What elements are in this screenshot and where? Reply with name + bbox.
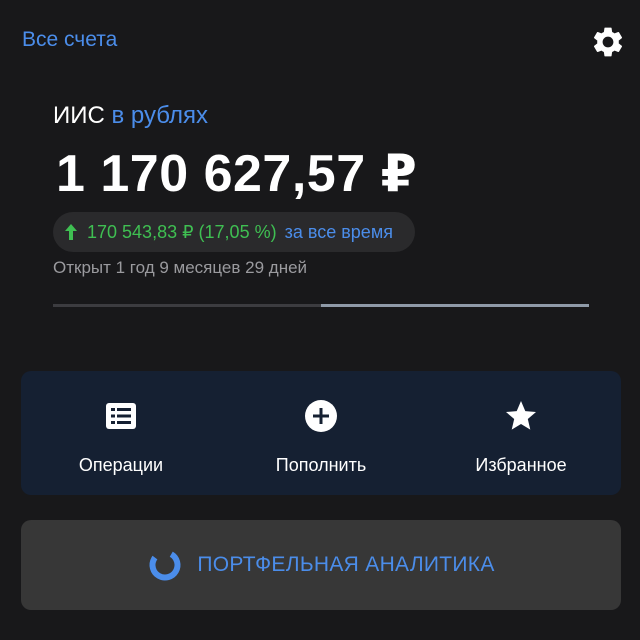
profit-period-selector[interactable]: за все время	[285, 222, 393, 243]
account-balance: 1 170 627,57 ₽	[56, 145, 418, 203]
profit-change-pill[interactable]: 170 543,83 ₽ (17,05 %) за все время	[53, 212, 415, 252]
profit-change-value: 170 543,83 ₽ (17,05 %)	[87, 221, 277, 242]
donut-chart-icon	[149, 549, 181, 581]
currency-selector[interactable]: в рублях	[112, 102, 208, 129]
top-up-button[interactable]: Пополнить	[221, 371, 421, 495]
plus-circle-icon	[305, 400, 337, 432]
account-name: ИИС	[53, 102, 105, 129]
operations-label: Операции	[78, 455, 164, 475]
account-opened-duration: Открыт 1 год 9 месяцев 29 дней	[53, 258, 308, 277]
star-icon	[506, 401, 536, 430]
page-progress-fill	[321, 304, 589, 307]
portfolio-analytics-label: ПОРТФЕЛЬНАЯ АНАЛИТИКА	[197, 553, 495, 576]
list-icon	[106, 403, 136, 429]
operations-button[interactable]: Операции	[21, 371, 221, 495]
quick-actions-panel: Операции Пополнить Избранное	[21, 371, 621, 495]
favorites-label: Избранное	[475, 455, 567, 475]
account-title: ИИС в рублях	[53, 102, 208, 130]
arrow-up-icon	[65, 224, 77, 240]
top-up-label: Пополнить	[275, 455, 367, 475]
page-progress-indicator	[53, 304, 589, 307]
all-accounts-link[interactable]: Все счета	[22, 28, 117, 52]
favorites-button[interactable]: Избранное	[421, 371, 621, 495]
portfolio-analytics-button[interactable]: ПОРТФЕЛЬНАЯ АНАЛИТИКА	[21, 520, 621, 610]
gear-icon[interactable]	[590, 24, 626, 60]
